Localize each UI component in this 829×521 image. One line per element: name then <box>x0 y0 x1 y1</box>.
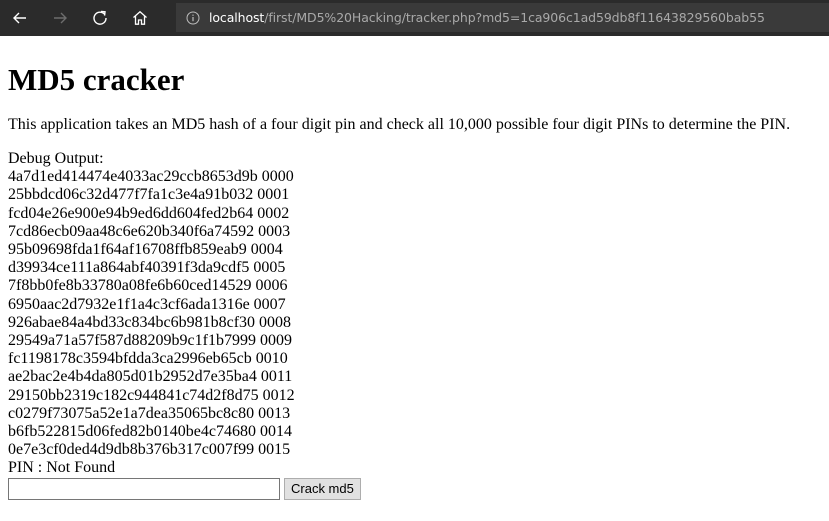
back-button[interactable] <box>0 0 40 36</box>
refresh-icon <box>93 10 107 25</box>
debug-output: Debug Output: 4a7d1ed414474e4033ac29ccb8… <box>8 150 821 478</box>
page-title: MD5 cracker <box>8 62 185 97</box>
debug-line: fc1198178c3594bfdda3ca2996eb65cb 0010 <box>8 350 288 368</box>
debug-line: ae2bac2e4b4da805d01b2952d7e35ba4 0011 <box>8 368 293 386</box>
debug-line: 6950aac2d7932e1f1a4c3cf6ada1316e 0007 <box>8 295 286 313</box>
url-host: localhost <box>209 10 265 25</box>
home-icon <box>133 10 147 25</box>
debug-line: 25bbdcd06c32d477f7fa1c3e4a91b032 0001 <box>8 186 290 204</box>
debug-line: 0e7e3cf0ded4d9db8b376b317c007f99 0015 <box>8 441 291 459</box>
md5-input[interactable] <box>8 477 280 500</box>
crack-md5-button[interactable]: Crack md5 <box>284 477 361 500</box>
debug-line: b6fb522815d06fed82b0140be4c74680 0014 <box>8 423 292 441</box>
crack-form: Crack md5 <box>8 477 821 500</box>
page-description: This application takes an MD5 hash of a … <box>8 116 791 133</box>
debug-label: Debug Output: <box>8 150 104 167</box>
debug-line: 7f8bb0fe8b33780a08fe6b60ced14529 0006 <box>8 277 288 295</box>
forward-button[interactable] <box>40 0 80 36</box>
debug-line: fcd04e26e900e94b9ed6dd604fed2b64 0002 <box>8 204 290 222</box>
debug-line: 95b09698fda1f64af16708ffb859eab9 0004 <box>8 241 283 259</box>
url-path: /first/MD5%20Hacking/tracker.php?md5=1ca… <box>264 10 765 25</box>
debug-line: c0279f73075a52e1a7dea35065bc8c80 0013 <box>8 404 291 422</box>
debug-line: 926abae84a4bd33c834bc6b981b8cf30 0008 <box>8 313 292 331</box>
back-arrow-icon <box>13 12 26 24</box>
pin-result: PIN : Not Found <box>8 459 116 477</box>
forward-arrow-icon <box>54 12 67 24</box>
debug-line: d39934ce111a864abf40391f3da9cdf5 0005 <box>8 259 286 277</box>
debug-line: 4a7d1ed414474e4033ac29ccb8653d9b 0000 <box>8 168 294 186</box>
debug-line: 29549a71a57f587d88209b9c1f1b7999 0009 <box>8 332 292 350</box>
home-button[interactable] <box>120 0 160 36</box>
refresh-button[interactable] <box>80 0 120 36</box>
address-bar[interactable]: localhost/first/MD5%20Hacking/tracker.ph… <box>176 3 829 32</box>
info-icon[interactable] <box>186 11 200 25</box>
page-content: MD5 cracker This application takes an MD… <box>8 36 821 500</box>
debug-line: 7cd86ecb09aa48c6e620b340f6a74592 0003 <box>8 222 291 240</box>
browser-toolbar: localhost/first/MD5%20Hacking/tracker.ph… <box>0 0 829 36</box>
debug-line: 29150bb2319c182c944841c74d2f8d75 0012 <box>8 386 295 404</box>
url-text[interactable]: localhost/first/MD5%20Hacking/tracker.ph… <box>209 10 765 25</box>
